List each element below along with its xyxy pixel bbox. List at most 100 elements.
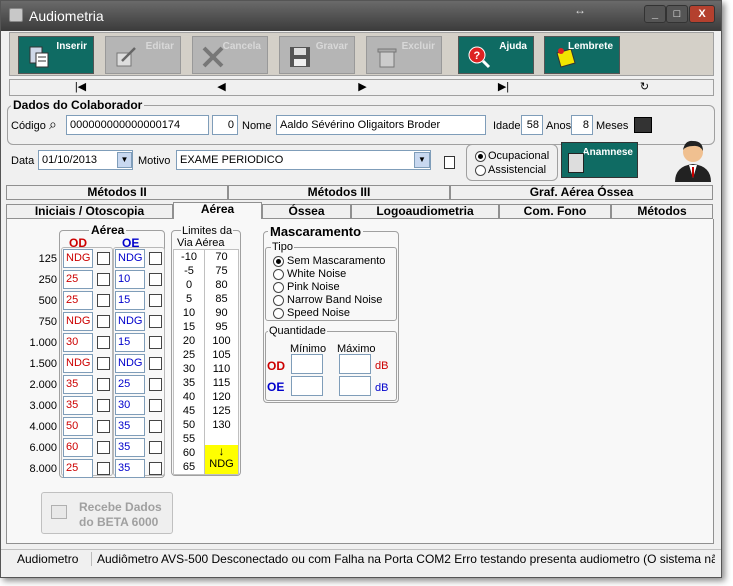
od-checkbox[interactable] [97, 357, 110, 370]
mask-oe-min-input[interactable] [291, 376, 323, 396]
od-checkbox[interactable] [97, 441, 110, 454]
od-checkbox[interactable] [97, 336, 110, 349]
motivo-select[interactable]: EXAME PERIODICO [176, 150, 431, 170]
lembrete-button[interactable]: Lembrete [544, 36, 620, 74]
oe-checkbox[interactable] [149, 441, 162, 454]
limite-left-value[interactable]: 20 [175, 335, 203, 347]
ajuda-button[interactable]: ? Ajuda [458, 36, 534, 74]
tab-com-fono[interactable]: Com. Fono [499, 204, 611, 219]
oe-value-input[interactable]: 25 [115, 375, 145, 394]
codigo-num-input[interactable]: 0 [212, 115, 238, 135]
motivo-dropdown-icon[interactable]: ▼ [414, 152, 430, 168]
assistencial-radio[interactable] [475, 165, 486, 176]
od-checkbox[interactable] [97, 462, 110, 475]
mask-oe-max-input[interactable] [339, 376, 371, 396]
cancela-button[interactable]: Cancela [192, 36, 268, 74]
limite-right-value[interactable]: 125 [206, 405, 237, 417]
od-value-input[interactable]: 35 [63, 375, 93, 394]
tab-graf-aerea-ossea[interactable]: Graf. Aérea Óssea [450, 185, 713, 200]
next-record-button[interactable]: ▶ [292, 80, 433, 95]
limite-left-value[interactable]: 50 [175, 419, 203, 431]
mask-option-radio[interactable] [273, 295, 284, 306]
limite-right-value[interactable]: 115 [206, 377, 237, 389]
oe-checkbox[interactable] [149, 399, 162, 412]
od-value-input[interactable]: NDG [63, 354, 93, 373]
limite-right-value[interactable]: 110 [206, 363, 237, 375]
prev-record-button[interactable]: ◀ [151, 80, 292, 95]
limite-right-value[interactable]: 105 [206, 349, 237, 361]
date-dropdown-icon[interactable]: ▼ [117, 152, 132, 168]
mask-option-radio[interactable] [273, 256, 284, 267]
oe-checkbox[interactable] [149, 252, 162, 265]
oe-value-input[interactable]: NDG [115, 312, 145, 331]
oe-checkbox[interactable] [149, 273, 162, 286]
mask-od-max-input[interactable] [339, 354, 371, 374]
oe-checkbox[interactable] [149, 315, 162, 328]
idade-input[interactable]: 58 [521, 115, 543, 135]
limite-right-value[interactable]: 80 [206, 279, 237, 291]
maximize-button[interactable]: □ [666, 5, 688, 23]
oe-value-input[interactable]: 15 [115, 291, 145, 310]
minimize-button[interactable]: _ [644, 5, 666, 23]
first-record-button[interactable]: |◀ [10, 80, 151, 95]
od-value-input[interactable]: 50 [63, 417, 93, 436]
limite-right-value[interactable]: 95 [206, 321, 237, 333]
oe-value-input[interactable]: 35 [115, 459, 145, 478]
od-checkbox[interactable] [97, 294, 110, 307]
od-value-input[interactable]: NDG [63, 312, 93, 331]
mask-option-radio[interactable] [273, 308, 284, 319]
editar-button[interactable]: Editar [105, 36, 181, 74]
oe-value-input[interactable]: 30 [115, 396, 145, 415]
oe-value-input[interactable]: 35 [115, 417, 145, 436]
gravar-button[interactable]: Gravar [279, 36, 355, 74]
oe-value-input[interactable]: 35 [115, 438, 145, 457]
inserir-button[interactable]: Inserir [18, 36, 94, 74]
mask-od-min-input[interactable] [291, 354, 323, 374]
od-value-input[interactable]: 25 [63, 291, 93, 310]
excluir-button[interactable]: Excluir [366, 36, 442, 74]
last-record-button[interactable]: ▶| [433, 80, 574, 95]
document-icon[interactable] [444, 156, 455, 169]
limite-left-value[interactable]: 40 [175, 391, 203, 403]
codigo-input[interactable]: 000000000000000174 [66, 115, 209, 135]
limite-left-value[interactable]: 35 [175, 377, 203, 389]
limite-left-value[interactable]: 65 [175, 461, 203, 473]
od-checkbox[interactable] [97, 273, 110, 286]
nome-input[interactable]: Aaldo Sévérino Oligaitors Broder [276, 115, 486, 135]
meses-input[interactable]: 8 [571, 115, 593, 135]
od-checkbox[interactable] [97, 252, 110, 265]
limite-left-value[interactable]: 10 [175, 307, 203, 319]
binoculars-icon[interactable]: ⌕ [49, 116, 57, 133]
anamnese-button[interactable]: Anamnese [561, 142, 638, 178]
limite-right-value[interactable]: 120 [206, 391, 237, 403]
mask-option-radio[interactable] [273, 282, 284, 293]
tab-logoaudiometria[interactable]: Logoaudiometria [351, 204, 499, 219]
limite-left-value[interactable]: 60 [175, 447, 203, 459]
oe-checkbox[interactable] [149, 357, 162, 370]
od-value-input[interactable]: 35 [63, 396, 93, 415]
mask-option-radio[interactable] [273, 269, 284, 280]
limite-left-value[interactable]: 25 [175, 349, 203, 361]
refresh-button[interactable]: ↻ [574, 80, 715, 95]
limite-left-value[interactable]: 55 [175, 433, 203, 445]
tab-aerea[interactable]: Aérea [173, 202, 262, 219]
od-checkbox[interactable] [97, 399, 110, 412]
tab-metodos-ii[interactable]: Métodos II [6, 185, 228, 200]
ndg-selected-cell[interactable]: ↓ NDG [205, 445, 238, 474]
od-value-input[interactable]: 30 [63, 333, 93, 352]
tab-ossea[interactable]: Óssea [262, 204, 351, 219]
limite-left-value[interactable]: -10 [175, 251, 203, 263]
oe-checkbox[interactable] [149, 420, 162, 433]
recebe-dados-beta-button[interactable]: Recebe Dados do BETA 6000 [41, 492, 173, 534]
limite-right-value[interactable]: 75 [206, 265, 237, 277]
oe-checkbox[interactable] [149, 462, 162, 475]
od-value-input[interactable]: 60 [63, 438, 93, 457]
ocupacional-radio[interactable] [475, 151, 486, 162]
calculator-icon[interactable] [634, 117, 652, 133]
oe-checkbox[interactable] [149, 294, 162, 307]
od-checkbox[interactable] [97, 378, 110, 391]
limite-right-value[interactable]: 100 [206, 335, 237, 347]
oe-checkbox[interactable] [149, 336, 162, 349]
limite-left-value[interactable]: 0 [175, 279, 203, 291]
oe-value-input[interactable]: NDG [115, 354, 145, 373]
